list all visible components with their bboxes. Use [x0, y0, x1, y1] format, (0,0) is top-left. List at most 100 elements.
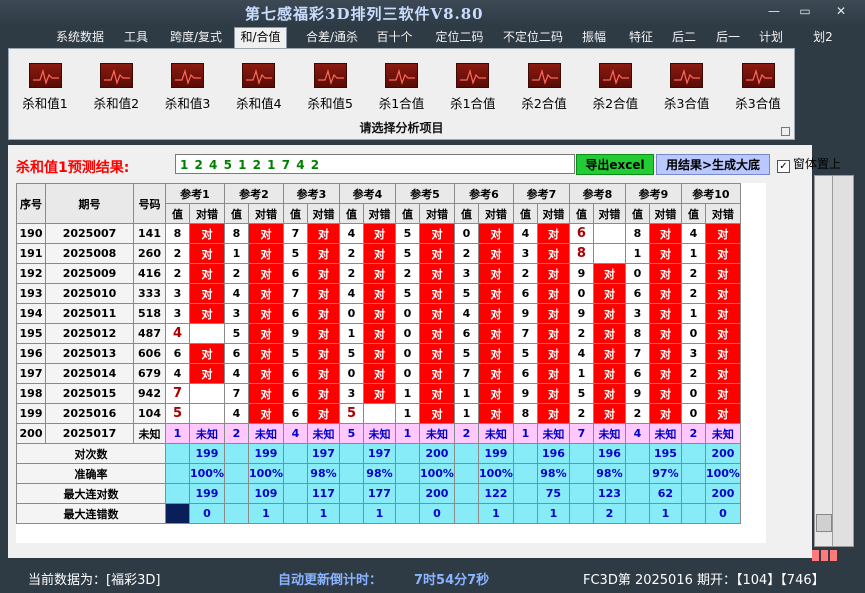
hit-mark: 对	[247, 323, 284, 344]
export-excel-button[interactable]: 导出excel	[576, 154, 654, 175]
row-value: 5	[338, 403, 364, 424]
ribbon-expand-icon[interactable]	[781, 127, 790, 136]
row-value: 2	[165, 243, 190, 264]
minimize-button[interactable]: —	[763, 4, 785, 18]
row-seq: 198	[16, 383, 46, 404]
menu-item-5[interactable]: 百十个	[376, 28, 413, 47]
menu-item-4[interactable]: 合差/通杀	[301, 28, 363, 47]
menu-item-8[interactable]: 振幅	[578, 28, 610, 47]
row-value: 0	[680, 383, 706, 404]
pred-unknown: 未知	[189, 423, 225, 444]
hit-mark: 对	[306, 283, 340, 304]
row-number: 333	[133, 283, 166, 304]
hit-mark: 对	[306, 383, 340, 404]
ribbon-button-1[interactable]: 杀和值2	[85, 63, 147, 112]
hit-mark: 对	[648, 343, 682, 364]
stats-spacer	[453, 503, 479, 524]
table-row[interactable]: 194 2025011 518 3 对 3 对 6 对 0 对 0 对 4 对 9 对 9 对 3 对 1 对	[16, 303, 741, 324]
menu-bar: 系统数据 工具 跨度/复式 和/合值 合差/通杀 百十个 定位二码 不定位二码 振幅 特征 后二 后一…	[0, 27, 865, 49]
prediction-result-field[interactable]: 1 2 4 5 1 2 1 7 4 2	[175, 154, 575, 174]
ribbon-button-0[interactable]: 杀和值1	[14, 63, 76, 112]
menu-item-1[interactable]: 工具	[121, 28, 151, 47]
hit-mark: 对	[477, 343, 514, 364]
ribbon-button-7[interactable]: 杀2合值	[513, 63, 575, 112]
menu-item-11[interactable]: 后一	[711, 28, 745, 47]
header-result: 对错	[306, 203, 340, 224]
stats-value: 75	[536, 483, 570, 504]
menu-item-10[interactable]: 后二	[668, 28, 700, 47]
menu-item-6[interactable]: 定位二码	[431, 28, 488, 47]
header-number: 号码	[133, 183, 166, 224]
row-seq: 190	[16, 223, 46, 244]
table-row[interactable]: 190 2025007 141 8 对 8 对 7 对 4 对 5 对 0 对 4 对 6 8 对 4 对	[16, 223, 741, 244]
line-chart-icon	[242, 63, 276, 88]
hit-mark: 对	[362, 283, 396, 304]
restore-button[interactable]: ▭	[794, 4, 816, 18]
ribbon-button-10[interactable]: 杀3合值	[727, 63, 789, 112]
ribbon-button-4[interactable]: 杀和值5	[299, 63, 361, 112]
resize-grip-icon[interactable]	[812, 547, 848, 562]
row-value: 3	[624, 303, 650, 324]
stats-value: 1	[306, 503, 340, 524]
hit-mark: 对	[536, 403, 570, 424]
row-value: 3	[165, 283, 190, 304]
stats-spacer	[165, 443, 190, 464]
row-value: 2	[568, 323, 594, 344]
ribbon-button-9[interactable]: 杀3合值	[656, 63, 718, 112]
header-seq: 序号	[16, 183, 46, 224]
topmost-checkbox[interactable]: ✓ 窗体置上	[777, 155, 841, 173]
row-value: 2	[338, 243, 364, 264]
stats-spacer	[512, 483, 538, 504]
prediction-label: 杀和值1预测结果:	[16, 160, 130, 176]
ribbon-panel: 杀和值1 杀和值2 杀和值3 杀和值4 杀和值5 杀1合值 杀1合值 杀2合值 杀2合值 杀3合值…	[8, 48, 795, 140]
menu-item-13[interactable]: 划2	[812, 28, 834, 47]
menu-item-3[interactable]: 和/合值	[234, 27, 287, 49]
generate-base-button[interactable]: 用结果>生成大底	[656, 154, 770, 175]
ribbon-button-label: 杀3合值	[663, 96, 710, 111]
table-row[interactable]: 198 2025015 942 7 7 对 6 对 3 对 1 对 1 对 9 对 5 对 9 对 0 对	[16, 383, 741, 404]
prediction-row[interactable]: 200 2025017 未知 1 未知 2 未知 4 未知 5 未知 1 未知 2 未知 1 未知 7 未知 4 未知 2…	[16, 423, 741, 444]
row-value: 5	[453, 283, 479, 304]
stats-spacer	[568, 503, 594, 524]
stats-value: 98%	[536, 463, 570, 484]
ribbon-button-label: 杀1合值	[450, 96, 496, 111]
scrollbar-thumb[interactable]	[816, 514, 832, 532]
vertical-scrollbar[interactable]	[814, 175, 833, 547]
hit-mark: 对	[536, 323, 570, 344]
ribbon-button-3[interactable]: 杀和值4	[228, 63, 290, 112]
ribbon-button-2[interactable]: 杀和值3	[157, 63, 219, 112]
menu-item-2[interactable]: 跨度/复式	[165, 28, 227, 47]
ribbon-button-6[interactable]: 杀1合值	[442, 63, 504, 112]
menu-item-9[interactable]: 特征	[624, 28, 658, 47]
hit-mark: 对	[362, 343, 396, 364]
checkbox-box[interactable]: ✓	[777, 160, 790, 173]
table-row[interactable]: 196 2025013 606 6 对 6 对 5 对 5 对 0 对 5 对 5 对 4 对 7 对 3 对	[16, 343, 741, 364]
status-bar: 当前数据为：[福彩3D] 自动更新倒计时： 7时54分7秒 FC3D第 2025…	[0, 561, 865, 593]
table-row[interactable]: 192 2025009 416 2 对 2 对 6 对 2 对 2 对 3 对 2 对 9 对 0 对 2 对	[16, 263, 741, 284]
row-value: 4	[165, 363, 190, 384]
row-value: 6	[282, 263, 308, 284]
menu-item-7[interactable]: 不定位二码	[500, 28, 566, 47]
row-number: 141	[133, 223, 166, 244]
table-row[interactable]: 191 2025008 260 2 对 1 对 5 对 2 对 5 对 2 对 3 对 8 1 对 1 对	[16, 243, 741, 264]
menu-item-12[interactable]: 计划	[755, 28, 787, 47]
hit-mark: 对	[418, 323, 455, 344]
table-row[interactable]: 195 2025012 487 4 5 对 9 对 1 对 0 对 6 对 7 对 2 对 8 对 0 对	[16, 323, 741, 344]
hit-mark: 对	[704, 263, 741, 284]
hit-mark: 对	[247, 363, 284, 384]
table-row[interactable]: 193 2025010 333 3 对 4 对 7 对 4 对 5 对 5 对 6 对 0 对 6 对 2 对	[16, 283, 741, 304]
close-button[interactable]: ✕	[830, 4, 852, 18]
ribbon-button-label: 杀2合值	[521, 96, 567, 111]
row-value: 4	[512, 223, 538, 244]
menu-item-0[interactable]: 系统数据	[54, 28, 106, 47]
ribbon-button-5[interactable]: 杀1合值	[371, 63, 433, 112]
hit-mark: 对	[306, 343, 340, 364]
table-row[interactable]: 199 2025016 104 5 4 对 6 对 5 1 对 1 对 8 对 2 对 2 对 0 对	[16, 403, 741, 424]
row-value: 1	[394, 383, 420, 404]
hit-mark: 对	[648, 363, 682, 384]
ribbon-button-8[interactable]: 杀2合值	[584, 63, 646, 112]
hit-mark: 对	[189, 223, 225, 244]
pred-unknown: 未知	[536, 423, 570, 444]
stats-spacer	[338, 463, 364, 484]
table-row[interactable]: 197 2025014 679 4 对 4 对 6 对 0 对 0 对 7 对 6 对 1 对 6 对 2 对	[16, 363, 741, 384]
